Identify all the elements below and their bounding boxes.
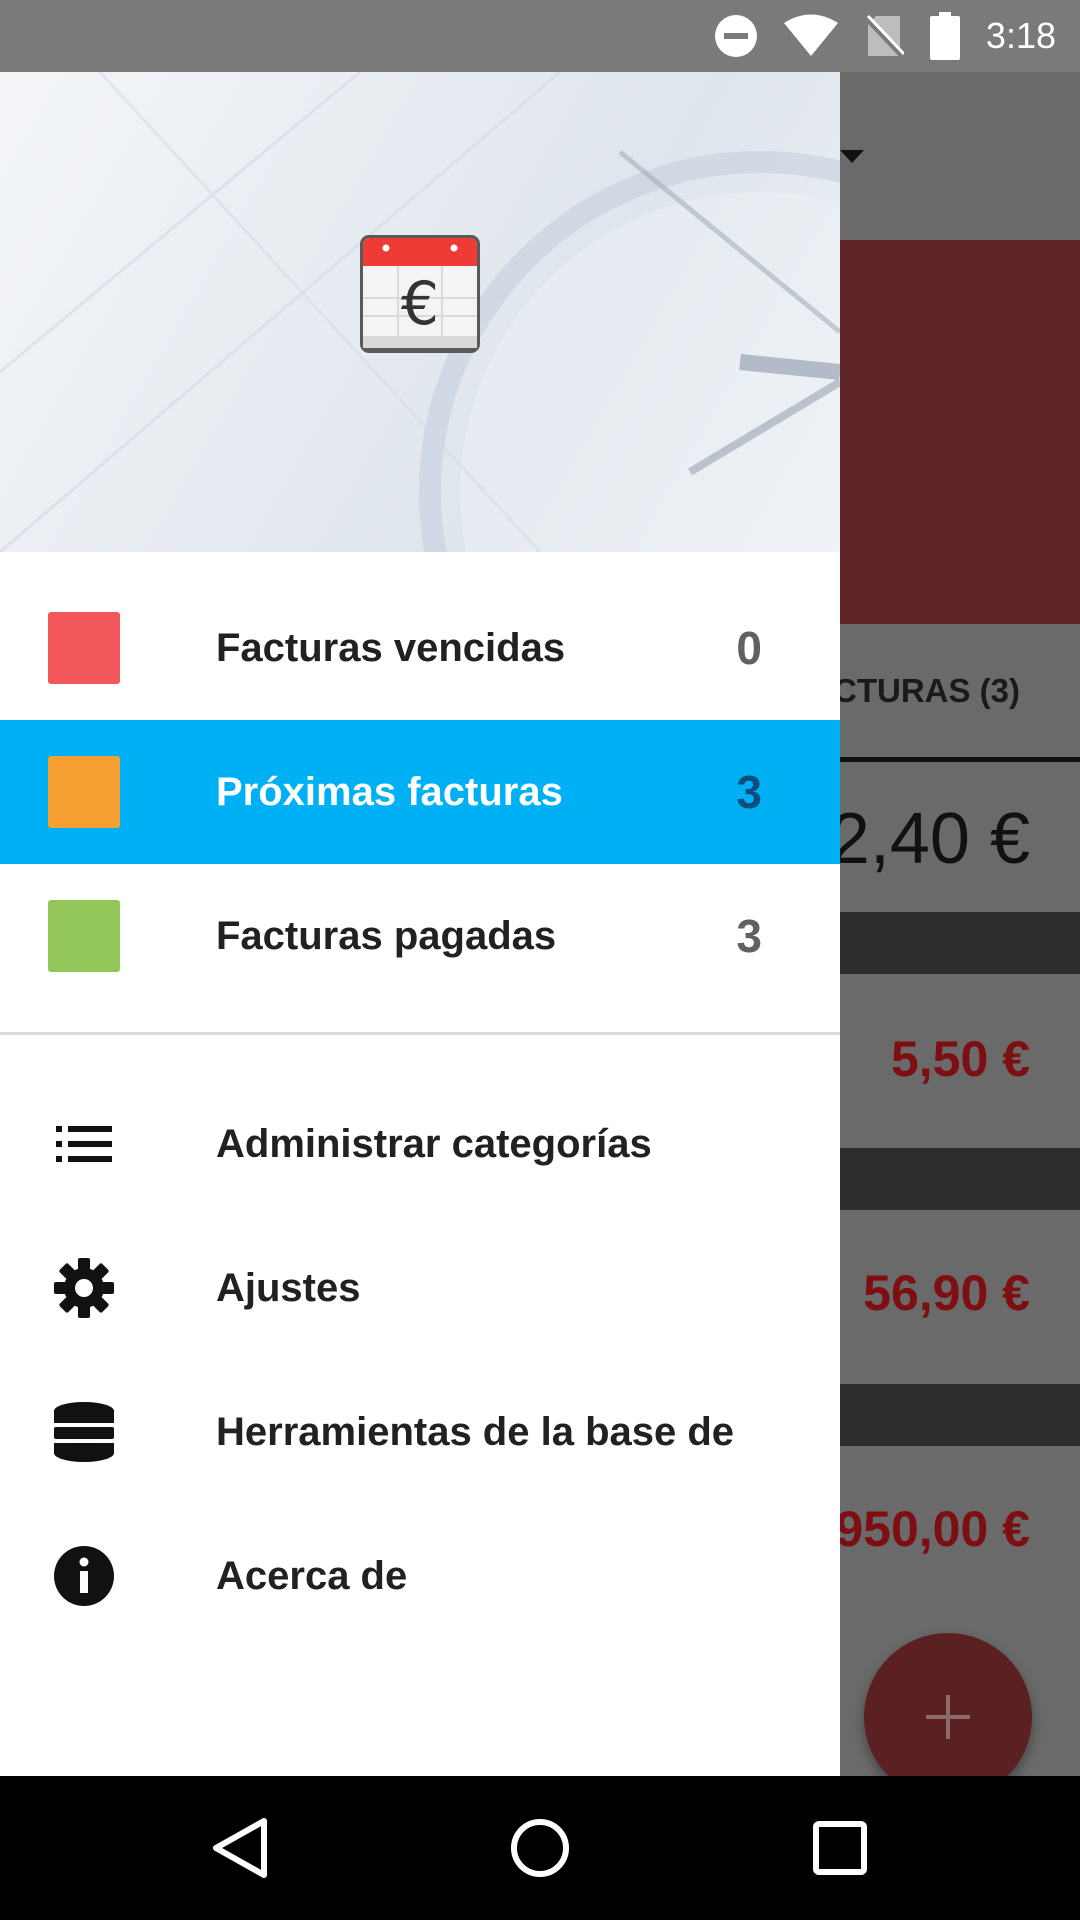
overdue-color-swatch: [48, 612, 120, 684]
back-button[interactable]: [200, 1808, 280, 1888]
nav-item-count: 3: [736, 766, 762, 818]
nav-item-proximas-facturas[interactable]: Próximas facturas 3: [0, 720, 840, 864]
home-button[interactable]: [500, 1808, 580, 1888]
no-sim-icon: [864, 14, 904, 58]
database-icon: [52, 1400, 116, 1464]
menu-item-acerca-de[interactable]: Acerca de: [0, 1504, 840, 1648]
nav-item-count: 3: [736, 910, 762, 962]
menu-item-label: Herramientas de la base de: [216, 1409, 735, 1454]
status-bar: 3:18: [0, 0, 1080, 72]
status-icons: 3:18: [714, 0, 1056, 72]
menu-item-label: Administrar categorías: [216, 1121, 652, 1166]
bg-amount: 56,90 €: [863, 1265, 1030, 1321]
nav-item-label: Facturas vencidas: [216, 625, 566, 670]
do-not-disturb-icon: [714, 15, 757, 57]
list-icon: [52, 1112, 116, 1176]
nav-item-facturas-vencidas[interactable]: Facturas vencidas 0: [0, 576, 840, 720]
info-icon: [52, 1544, 116, 1608]
system-nav-bar: [0, 1776, 1080, 1920]
bg-total-amount: 2,40 €: [829, 799, 1030, 879]
euro-symbol: €: [401, 269, 439, 339]
back-icon: [213, 1818, 267, 1878]
menu-item-label: Acerca de: [216, 1553, 408, 1598]
menu-item-label: Ajustes: [216, 1265, 361, 1310]
nav-item-label: Facturas pagadas: [216, 913, 557, 958]
drawer-header: €: [0, 72, 840, 552]
bg-amount: 5,50 €: [890, 1031, 1030, 1087]
drawer-divider: [0, 1032, 840, 1035]
nav-item-label: Próximas facturas: [216, 769, 563, 814]
menu-item-ajustes[interactable]: Ajustes: [0, 1216, 840, 1360]
dropdown-arrow-icon: [840, 150, 864, 163]
nav-item-facturas-pagadas[interactable]: Facturas pagadas 3: [0, 864, 840, 1008]
battery-icon: [929, 12, 960, 60]
wifi-icon: [783, 14, 838, 56]
navigation-drawer: € Facturas vencidas 0 Próximas facturas …: [0, 72, 840, 1776]
recents-button[interactable]: [800, 1808, 880, 1888]
calendar-euro-icon: €: [360, 235, 480, 353]
gear-icon: [52, 1256, 116, 1320]
menu-item-administrar-categorias[interactable]: Administrar categorías: [0, 1072, 840, 1216]
bg-amount: 950,00 €: [835, 1501, 1030, 1557]
upcoming-color-swatch: [48, 756, 120, 828]
paid-color-swatch: [48, 900, 120, 972]
menu-item-herramientas-base-de-datos[interactable]: Herramientas de la base de: [0, 1360, 840, 1504]
status-time: 3:18: [985, 15, 1056, 56]
recents-icon: [813, 1821, 867, 1875]
nav-item-count: 0: [736, 622, 762, 674]
home-icon: [511, 1819, 569, 1877]
bg-tab-label: CTURAS (3): [833, 672, 1020, 709]
